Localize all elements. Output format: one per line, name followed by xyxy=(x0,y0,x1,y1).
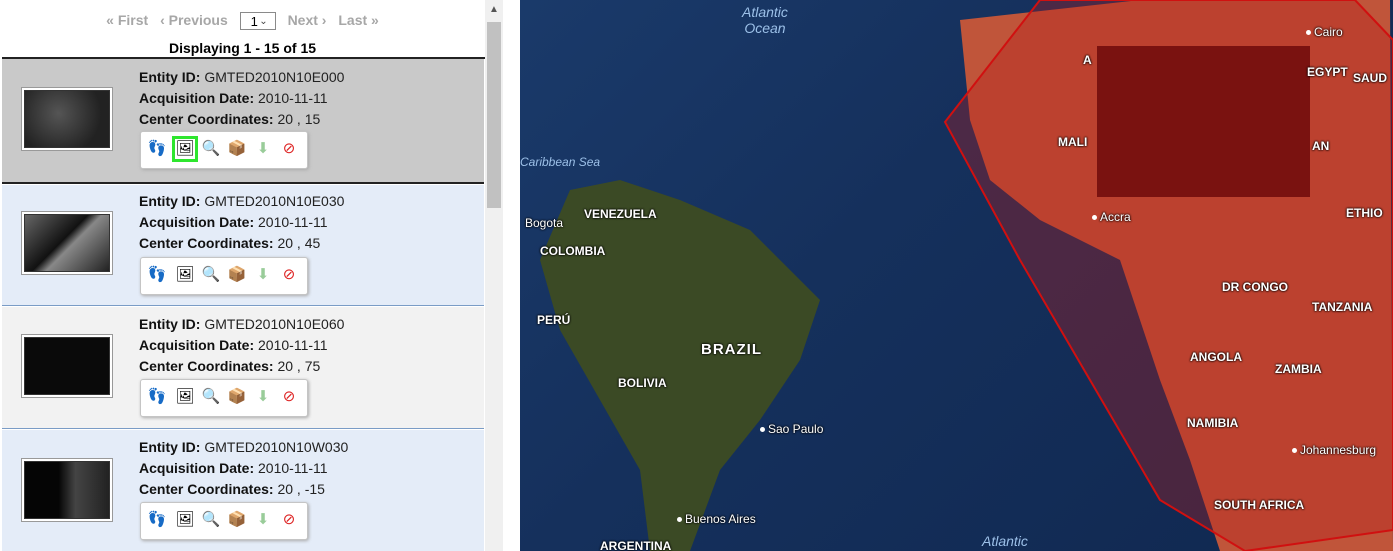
result-thumbnail[interactable] xyxy=(24,337,110,395)
page-select-value: 1 xyxy=(250,14,258,30)
country-label: AN xyxy=(1312,139,1330,153)
city-label: Sao Paulo xyxy=(760,422,823,436)
ocean-label: Caribbean Sea xyxy=(520,155,601,169)
pagination: « First ‹ Previous 1 ⌄ Next › Last » xyxy=(0,6,485,34)
entity-id: GMTED2010N10E000 xyxy=(204,69,345,85)
entity-id: GMTED2010N10W030 xyxy=(204,439,349,455)
country-label: COLOMBIA xyxy=(540,244,606,258)
map-view[interactable]: Atlantic Ocean Caribbean Sea Atlantic VE… xyxy=(520,0,1393,551)
order-icon[interactable]: 📦 xyxy=(227,510,247,530)
acquisition-date: 2010-11-11 xyxy=(258,337,328,353)
result-toolbar: 👣 🖼 🔍 📦 ⬇ ⊘ xyxy=(140,257,308,295)
previous-page-link[interactable]: ‹ Previous xyxy=(160,12,228,28)
results-panel: « First ‹ Previous 1 ⌄ Next › Last » Disp… xyxy=(0,0,503,551)
overlay-icon[interactable]: 🖼 xyxy=(175,265,195,285)
map-canvas xyxy=(540,0,1393,551)
metadata-icon[interactable]: 🔍 xyxy=(201,265,221,285)
download-icon[interactable]: ⬇ xyxy=(253,265,273,285)
country-label: SOUTH AFRICA xyxy=(1214,498,1305,512)
overlay-icon[interactable]: 🖼 xyxy=(175,510,195,530)
last-page-link[interactable]: Last » xyxy=(338,12,378,28)
result-thumbnail[interactable] xyxy=(24,90,110,148)
acquisition-date: 2010-11-11 xyxy=(258,460,328,476)
country-label: MALI xyxy=(1058,135,1088,149)
metadata-icon[interactable]: 🔍 xyxy=(201,139,221,159)
country-label: SAUD xyxy=(1353,71,1388,85)
exclude-icon[interactable]: ⊘ xyxy=(279,139,299,159)
entity-id: GMTED2010N10E030 xyxy=(204,193,345,209)
city-label: Bogota xyxy=(525,216,564,230)
chevron-down-icon: ⌄ xyxy=(259,16,268,28)
ocean-label: Atlantic xyxy=(982,533,1028,549)
result-count: Displaying 1 - 15 of 15 xyxy=(168,40,317,56)
footprint-icon[interactable]: 👣 xyxy=(147,387,167,407)
center-coordinates: 20 , 75 xyxy=(277,358,321,374)
city-label: Buenos Aires xyxy=(677,512,756,526)
result-toolbar: 👣 🖼 🔍 📦 ⬇ ⊘ xyxy=(140,131,308,169)
exclude-icon[interactable]: ⊘ xyxy=(279,510,299,530)
country-label: PERÚ xyxy=(537,313,571,327)
overlay-icon[interactable]: 🖼 xyxy=(172,136,198,162)
footprint-icon[interactable]: 👣 xyxy=(147,139,167,159)
country-label: BOLIVIA xyxy=(618,376,667,390)
ocean-label: Atlantic Ocean xyxy=(742,4,788,36)
footprint-icon[interactable]: 👣 xyxy=(147,265,167,285)
metadata-icon[interactable]: 🔍 xyxy=(201,510,221,530)
center-coordinates: 20 , -15 xyxy=(277,481,325,497)
country-label: ANGOLA xyxy=(1190,350,1242,364)
overlay-icon[interactable]: 🖼 xyxy=(175,387,195,407)
next-page-link[interactable]: Next › xyxy=(288,12,327,28)
country-label: ARGENTINA xyxy=(600,539,672,551)
country-label: DR CONGO xyxy=(1222,280,1288,294)
download-icon[interactable]: ⬇ xyxy=(253,139,273,159)
country-label: EGYPT xyxy=(1307,65,1348,79)
scroll-thumb[interactable] xyxy=(487,22,501,208)
panel-divider xyxy=(503,0,520,551)
acquisition-date: 2010-11-11 xyxy=(258,214,328,230)
download-icon[interactable]: ⬇ xyxy=(253,387,273,407)
center-coordinates: 20 , 15 xyxy=(277,111,321,127)
result-item[interactable]: Entity ID: GMTED2010N10W030 Acquisition … xyxy=(2,430,484,551)
country-label: NAMIBIA xyxy=(1187,416,1239,430)
city-label: Accra xyxy=(1092,210,1131,224)
page-select[interactable]: 1 ⌄ xyxy=(239,12,276,31)
exclude-icon[interactable]: ⊘ xyxy=(279,265,299,285)
entity-id: GMTED2010N10E060 xyxy=(204,316,345,332)
footprint-icon[interactable]: 👣 xyxy=(147,510,167,530)
result-toolbar: 👣 🖼 🔍 📦 ⬇ ⊘ xyxy=(140,502,308,540)
country-label: A xyxy=(1083,53,1092,67)
result-toolbar: 👣 🖼 🔍 📦 ⬇ ⊘ xyxy=(140,379,308,417)
result-item[interactable]: Entity ID: GMTED2010N10E000 Acquisition … xyxy=(2,59,484,184)
country-label: VENEZUELA xyxy=(584,207,657,221)
country-label: BRAZIL xyxy=(701,341,762,358)
country-label: ETHIO xyxy=(1346,206,1383,220)
result-item[interactable]: Entity ID: GMTED2010N10E060 Acquisition … xyxy=(2,307,484,429)
overlay-browse-image xyxy=(1097,46,1310,197)
order-icon[interactable]: 📦 xyxy=(227,265,247,285)
order-icon[interactable]: 📦 xyxy=(227,139,247,159)
country-label: TANZANIA xyxy=(1312,300,1373,314)
city-label: Johannesburg xyxy=(1292,443,1376,457)
order-icon[interactable]: 📦 xyxy=(227,387,247,407)
country-label: ZAMBIA xyxy=(1275,362,1322,376)
center-coordinates: 20 , 45 xyxy=(277,235,321,251)
download-icon[interactable]: ⬇ xyxy=(253,510,273,530)
exclude-icon[interactable]: ⊘ xyxy=(279,387,299,407)
acquisition-date: 2010-11-11 xyxy=(258,90,328,106)
city-label: Cairo xyxy=(1306,25,1343,39)
scroll-up-icon[interactable]: ▲ xyxy=(485,0,503,20)
metadata-icon[interactable]: 🔍 xyxy=(201,387,221,407)
result-thumbnail[interactable] xyxy=(24,214,110,272)
result-thumbnail[interactable] xyxy=(24,461,110,519)
results-scrollbar[interactable]: ▲ xyxy=(485,0,503,551)
result-item[interactable]: Entity ID: GMTED2010N10E030 Acquisition … xyxy=(2,185,484,306)
south-america-landmass xyxy=(540,180,820,551)
first-page-link[interactable]: « First xyxy=(106,12,148,28)
